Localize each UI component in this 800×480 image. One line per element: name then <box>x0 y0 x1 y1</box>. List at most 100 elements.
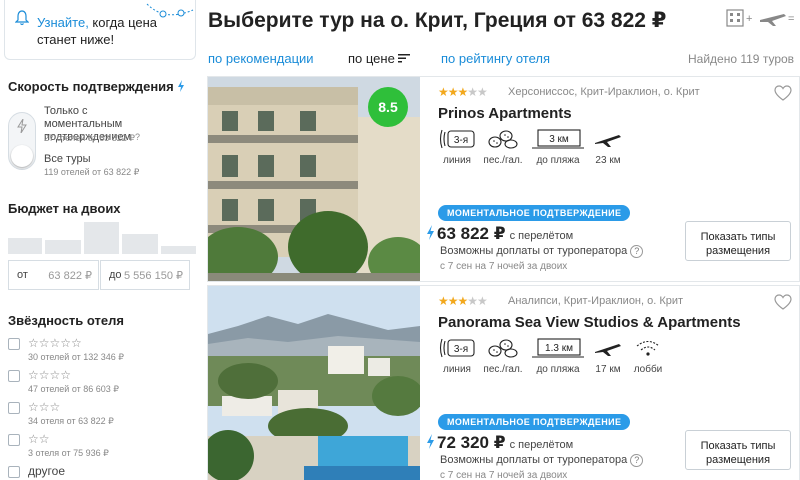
beach-line-icon: 3-я <box>439 338 475 358</box>
hotel-rating-badge: 8.5 <box>368 87 408 127</box>
star-filter-count: 34 отеля от 63 822 ₽ <box>28 416 114 426</box>
results-count: Найдено 119 туров <box>688 52 795 66</box>
show-room-types-button[interactable]: Показать типы размещения <box>685 221 791 261</box>
feature-beach-line: 3-я линия <box>438 336 476 375</box>
lightning-icon <box>427 225 434 240</box>
distance-icon: 3 км <box>532 129 584 149</box>
star-filter-row[interactable]: ☆☆☆☆ 47 отелей от 86 603 ₽ <box>8 368 198 398</box>
feature-lobby-wifi: лобби <box>628 336 668 375</box>
distance-icon: 1.3 км <box>532 338 584 358</box>
sort-icon <box>398 54 411 63</box>
lightning-icon <box>17 119 27 133</box>
star-filter-count: 47 отелей от 86 603 ₽ <box>28 384 120 394</box>
hotel-name[interactable]: Prinos Apartments <box>438 105 572 122</box>
feature-beach-distance: 1.3 км до пляжа <box>528 336 588 375</box>
feature-airport-distance: 23 км <box>588 127 628 166</box>
budget-from-input[interactable]: от 63 822 ₽ <box>8 260 99 290</box>
star-filter-count: 3 отеля от 75 936 ₽ <box>28 448 109 458</box>
checkbox[interactable] <box>8 402 20 414</box>
help-icon[interactable]: ? <box>630 245 644 258</box>
stars-icon: ☆☆☆ <box>28 400 61 414</box>
hotel-photo[interactable] <box>208 286 420 480</box>
airplane-icon <box>595 344 621 356</box>
histogram-bar <box>45 240 81 254</box>
svg-text:=: = <box>788 13 794 25</box>
checkbox[interactable] <box>8 434 20 446</box>
star-filter-row[interactable]: ☆☆☆ 34 отеля от 63 822 ₽ <box>8 400 198 430</box>
hotel-photo-image <box>208 286 420 480</box>
lightning-icon <box>177 80 184 92</box>
budget-title: Бюджет на двоих <box>8 201 121 216</box>
tour-price: 63 822 ₽ с перелётом <box>426 224 573 244</box>
hotel-card[interactable]: ★★★★★ Аналипси, Крит-Ираклион, о. Крит P… <box>207 285 800 480</box>
all-tours-count: 119 отелей от 63 822 ₽ <box>44 167 140 177</box>
sort-by-recommendation[interactable]: по рекомендации <box>208 51 314 66</box>
extra-charges-note: Возможны доплаты от туроператора? <box>440 454 644 467</box>
hotel-stars-title: Звёздность отеля <box>8 313 124 328</box>
svg-text:3-я: 3-я <box>454 135 468 146</box>
star-filter-row[interactable]: ☆☆☆☆☆ 30 отелей от 132 346 ₽ <box>8 336 198 366</box>
histogram-bar <box>8 238 42 254</box>
feature-beach-type: пес./гал. <box>478 127 528 166</box>
lightning-icon <box>427 434 434 449</box>
airplane-icon <box>595 135 621 147</box>
sort-by-rating[interactable]: по рейтингу отеля <box>441 51 550 66</box>
budget-histogram <box>8 222 196 254</box>
beach-line-icon: 3-я <box>439 129 475 149</box>
favorite-heart-icon[interactable] <box>774 294 792 310</box>
hotel-location: Херсониссос, Крит-Ираклион, о. Крит <box>508 86 700 98</box>
instant-confirm-count: 27 отелей от 63 822 ₽ <box>44 133 136 143</box>
sand-pebble-icon <box>488 130 518 149</box>
tour-price: 72 320 ₽ с перелётом <box>426 433 573 453</box>
sort-by-price[interactable]: по цене <box>348 51 411 66</box>
checkbox[interactable] <box>8 466 20 478</box>
show-room-types-button[interactable]: Показать типы размещения <box>685 430 791 470</box>
checkbox[interactable] <box>8 370 20 382</box>
sidebar: Узнайте, когда цена станет ниже! Скорост… <box>0 0 200 480</box>
toggle-knob[interactable] <box>11 145 33 167</box>
price-alert-link[interactable]: Узнайте, <box>37 15 89 30</box>
star-filter-row[interactable]: ☆☆ 3 отеля от 75 936 ₽ <box>8 432 198 462</box>
tour-dates: с 7 сен на 7 ночей за двоих <box>440 261 568 272</box>
histogram-bar <box>161 246 196 254</box>
favorite-heart-icon[interactable] <box>774 85 792 101</box>
feature-airport-distance: 17 км <box>588 336 628 375</box>
svg-text:3 км: 3 км <box>549 134 569 145</box>
bell-icon <box>15 10 29 26</box>
extra-charges-note: Возможны доплаты от туроператора? <box>440 245 644 258</box>
all-tours-option[interactable]: Все туры <box>44 153 91 166</box>
hotel-stars: ★★★★★ <box>438 294 488 308</box>
budget-to-input[interactable]: до 5 556 150 ₽ <box>100 260 190 290</box>
confirm-speed-title: Скорость подтверждения <box>8 79 185 94</box>
price-alert-banner[interactable]: Узнайте, когда цена станет ниже! <box>4 0 196 60</box>
help-icon[interactable]: ? <box>135 132 140 142</box>
instant-confirm-badge: МОМЕНТАЛЬНОЕ ПОДТВЕРЖДЕНИЕ <box>438 205 631 221</box>
stars-icon: ☆☆☆☆ <box>28 368 72 382</box>
histogram-bar <box>84 222 119 254</box>
histogram-bar <box>122 234 158 254</box>
wifi-icon <box>636 340 660 356</box>
hotel-card[interactable]: 8.5 ★★★★★ Херсониссос, Крит-Ираклион, о.… <box>207 76 800 282</box>
hotel-stars: ★★★★★ <box>438 85 488 99</box>
feature-beach-line: 3-я линия <box>438 127 476 166</box>
star-filter-row[interactable]: другое <box>8 464 198 480</box>
checkbox[interactable] <box>8 338 20 350</box>
stars-icon: ☆☆ <box>28 432 50 446</box>
svg-text:3-я: 3-я <box>454 344 468 355</box>
page-title: Выберите тур на о. Крит, Греция от 63 82… <box>208 9 667 32</box>
hotel-location: Аналипси, Крит-Ираклион, о. Крит <box>508 295 684 307</box>
sand-pebble-icon <box>488 339 518 358</box>
hotel-plus-flight-icon: + = <box>726 9 794 27</box>
tour-dates: с 7 сен на 7 ночей за двоих <box>440 470 568 480</box>
svg-text:+: + <box>746 13 752 25</box>
svg-text:1.3 км: 1.3 км <box>545 343 573 354</box>
star-filter-count: 30 отелей от 132 346 ₽ <box>28 352 125 362</box>
hotel-photo[interactable]: 8.5 <box>208 77 420 281</box>
other-label: другое <box>28 464 66 478</box>
stars-icon: ☆☆☆☆☆ <box>28 336 82 350</box>
confirm-speed-toggle[interactable] <box>8 112 36 170</box>
feature-beach-distance: 3 км до пляжа <box>528 127 588 166</box>
instant-confirm-badge: МОМЕНТАЛЬНОЕ ПОДТВЕРЖДЕНИЕ <box>438 414 631 430</box>
help-icon[interactable]: ? <box>630 454 644 467</box>
hotel-name[interactable]: Panorama Sea View Studios & Apartments <box>438 314 741 331</box>
